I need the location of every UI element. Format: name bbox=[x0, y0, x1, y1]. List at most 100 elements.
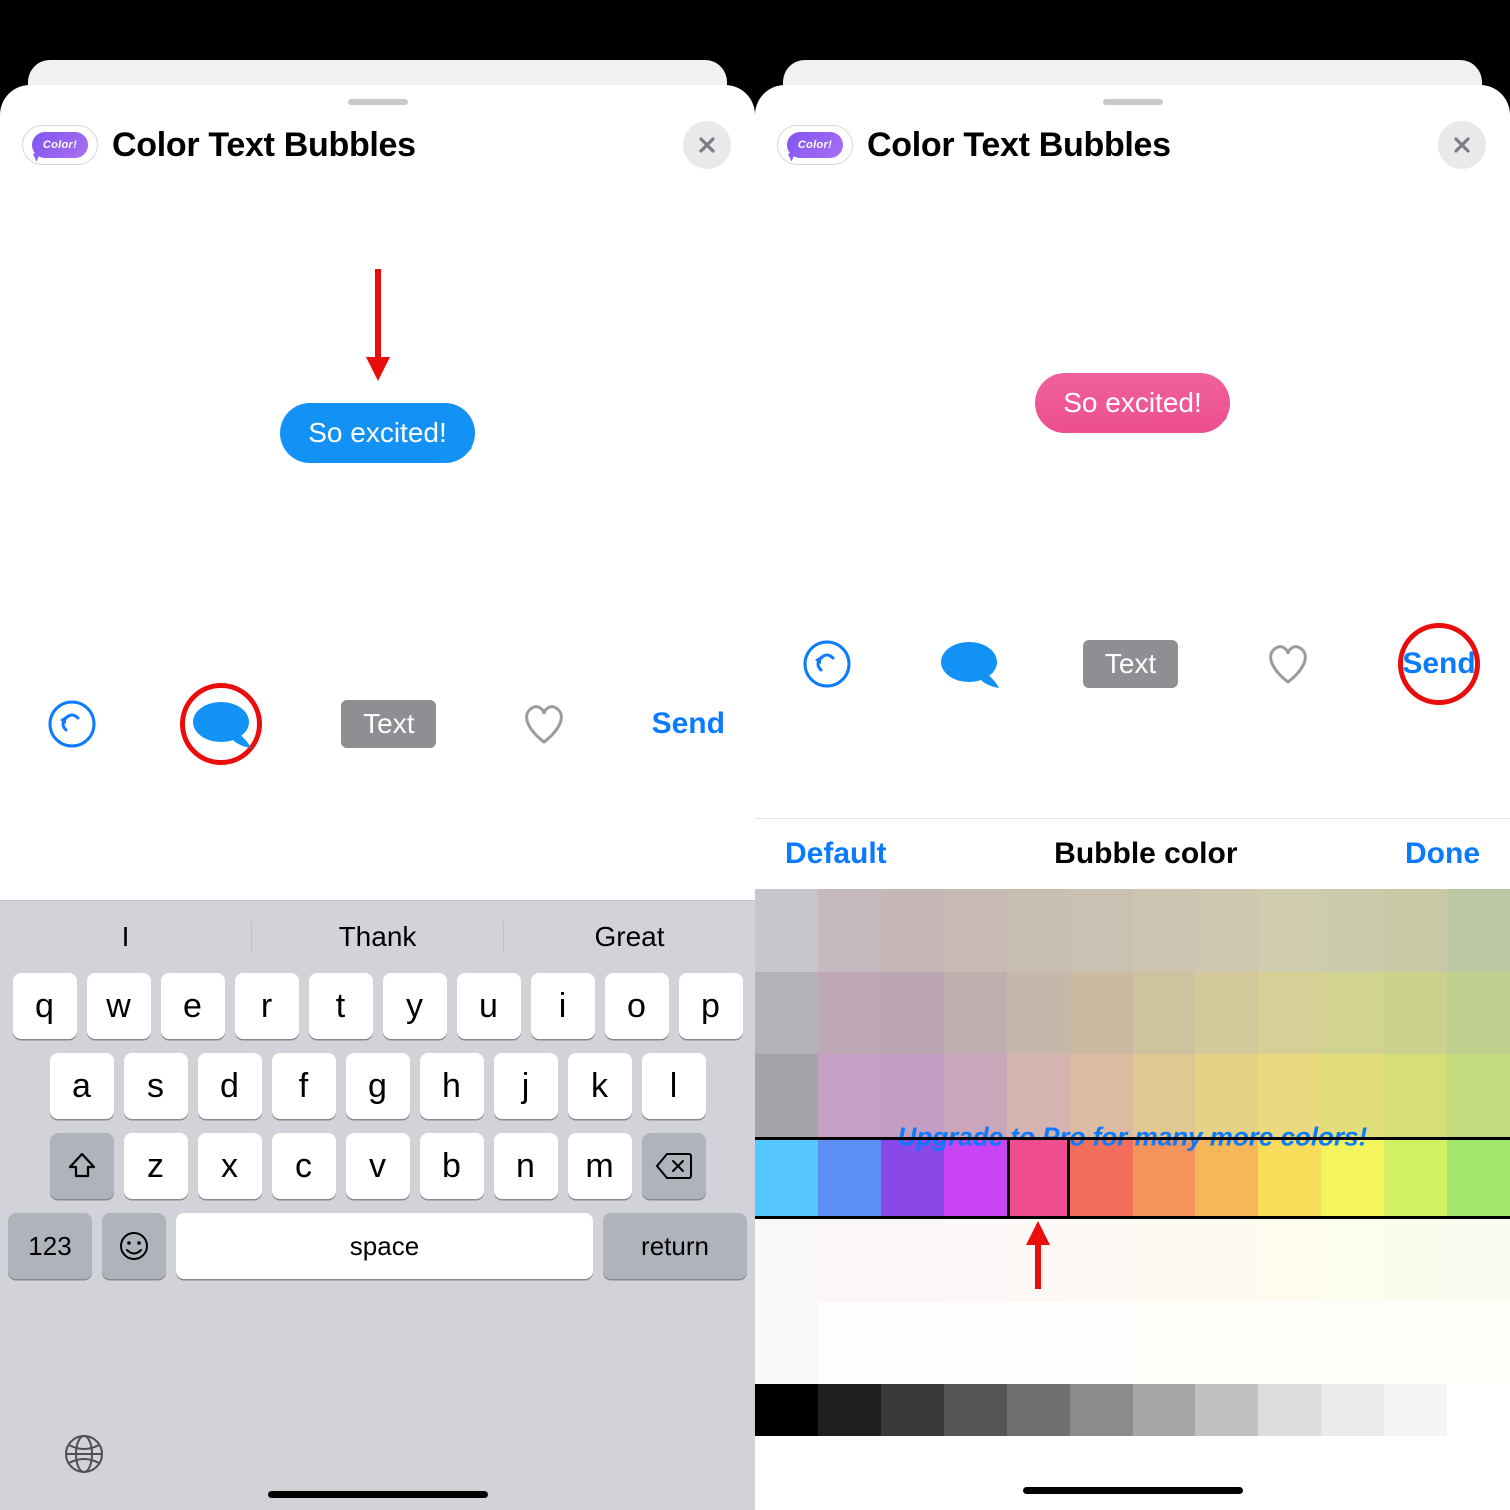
color-swatch[interactable] bbox=[881, 1054, 944, 1137]
color-swatch[interactable] bbox=[1258, 1219, 1321, 1302]
color-swatch[interactable] bbox=[818, 1137, 881, 1220]
backspace-key[interactable] bbox=[642, 1133, 706, 1199]
color-swatch[interactable] bbox=[1133, 1219, 1196, 1302]
color-swatch[interactable] bbox=[1384, 1384, 1447, 1436]
color-swatch[interactable] bbox=[1258, 1054, 1321, 1137]
key-p[interactable]: p bbox=[679, 973, 743, 1039]
key-r[interactable]: r bbox=[235, 973, 299, 1039]
color-swatch[interactable] bbox=[755, 1054, 818, 1137]
key-n[interactable]: n bbox=[494, 1133, 558, 1199]
key-q[interactable]: q bbox=[13, 973, 77, 1039]
color-swatch[interactable] bbox=[818, 1384, 881, 1436]
color-swatch[interactable] bbox=[881, 1302, 944, 1385]
color-swatch[interactable] bbox=[1258, 972, 1321, 1055]
color-swatch[interactable] bbox=[1384, 1219, 1447, 1302]
color-swatch[interactable] bbox=[1007, 1219, 1070, 1302]
emoji-key[interactable] bbox=[102, 1213, 166, 1279]
color-swatch[interactable] bbox=[1070, 1054, 1133, 1137]
color-swatch[interactable] bbox=[1447, 1302, 1510, 1385]
color-swatch[interactable] bbox=[1070, 1302, 1133, 1385]
space-key[interactable]: space bbox=[176, 1213, 593, 1279]
bubble-color-button[interactable] bbox=[937, 638, 1001, 690]
color-swatch[interactable] bbox=[1070, 889, 1133, 972]
key-i[interactable]: i bbox=[531, 973, 595, 1039]
color-swatch[interactable] bbox=[1195, 889, 1258, 972]
key-o[interactable]: o bbox=[605, 973, 669, 1039]
color-swatch[interactable] bbox=[1133, 972, 1196, 1055]
send-button[interactable]: Send bbox=[652, 707, 725, 741]
color-swatch[interactable] bbox=[1447, 1384, 1510, 1436]
color-swatch[interactable] bbox=[1384, 1137, 1447, 1220]
color-swatch[interactable] bbox=[1447, 1054, 1510, 1137]
color-swatch[interactable] bbox=[1321, 1384, 1384, 1436]
color-swatch[interactable] bbox=[881, 1137, 944, 1220]
color-swatch[interactable] bbox=[1007, 1137, 1070, 1220]
color-swatch[interactable] bbox=[1321, 972, 1384, 1055]
color-swatch[interactable] bbox=[755, 1302, 818, 1385]
undo-button[interactable] bbox=[799, 636, 855, 692]
key-u[interactable]: u bbox=[457, 973, 521, 1039]
numbers-key[interactable]: 123 bbox=[8, 1213, 92, 1279]
color-swatch[interactable] bbox=[818, 1219, 881, 1302]
key-x[interactable]: x bbox=[198, 1133, 262, 1199]
color-swatch[interactable] bbox=[818, 972, 881, 1055]
color-swatch[interactable] bbox=[1258, 1302, 1321, 1385]
globe-button[interactable] bbox=[56, 1426, 112, 1482]
key-l[interactable]: l bbox=[642, 1053, 706, 1119]
favorite-button[interactable] bbox=[1260, 636, 1316, 692]
color-swatch[interactable] bbox=[1447, 889, 1510, 972]
key-g[interactable]: g bbox=[346, 1053, 410, 1119]
key-h[interactable]: h bbox=[420, 1053, 484, 1119]
home-indicator[interactable] bbox=[268, 1491, 488, 1498]
close-button[interactable] bbox=[683, 121, 731, 169]
color-swatch[interactable] bbox=[1321, 889, 1384, 972]
done-button[interactable]: Done bbox=[1405, 837, 1480, 871]
key-z[interactable]: z bbox=[124, 1133, 188, 1199]
color-swatch[interactable] bbox=[881, 1219, 944, 1302]
suggestion[interactable]: Thank bbox=[252, 921, 504, 953]
color-swatch[interactable] bbox=[755, 1137, 818, 1220]
color-swatch[interactable] bbox=[1133, 889, 1196, 972]
color-swatch[interactable] bbox=[1070, 1219, 1133, 1302]
suggestion[interactable]: I bbox=[0, 921, 252, 953]
key-k[interactable]: k bbox=[568, 1053, 632, 1119]
color-swatch[interactable] bbox=[1007, 889, 1070, 972]
bubble-color-button[interactable] bbox=[189, 698, 253, 750]
color-swatch[interactable] bbox=[755, 889, 818, 972]
color-swatch[interactable] bbox=[755, 972, 818, 1055]
color-swatch[interactable] bbox=[1070, 1384, 1133, 1436]
color-swatch[interactable] bbox=[755, 1384, 818, 1436]
color-swatch[interactable] bbox=[944, 889, 1007, 972]
color-swatch[interactable] bbox=[1447, 1219, 1510, 1302]
key-j[interactable]: j bbox=[494, 1053, 558, 1119]
color-swatch[interactable] bbox=[944, 1054, 1007, 1137]
color-swatch[interactable] bbox=[1133, 1384, 1196, 1436]
key-s[interactable]: s bbox=[124, 1053, 188, 1119]
default-button[interactable]: Default bbox=[785, 837, 887, 871]
shift-key[interactable] bbox=[50, 1133, 114, 1199]
color-swatch[interactable] bbox=[1384, 1054, 1447, 1137]
key-t[interactable]: t bbox=[309, 973, 373, 1039]
color-swatch[interactable] bbox=[944, 1302, 1007, 1385]
sheet-grabber[interactable] bbox=[348, 99, 408, 105]
favorite-button[interactable] bbox=[516, 696, 572, 752]
key-m[interactable]: m bbox=[568, 1133, 632, 1199]
suggestion[interactable]: Great bbox=[504, 921, 755, 953]
key-a[interactable]: a bbox=[50, 1053, 114, 1119]
color-swatch[interactable] bbox=[1195, 1302, 1258, 1385]
message-bubble[interactable]: So excited! bbox=[1035, 373, 1230, 433]
color-swatch[interactable] bbox=[1384, 972, 1447, 1055]
color-swatch[interactable] bbox=[944, 1137, 1007, 1220]
color-swatch[interactable] bbox=[944, 1384, 1007, 1436]
color-swatch[interactable] bbox=[1070, 972, 1133, 1055]
color-swatch[interactable] bbox=[1321, 1219, 1384, 1302]
color-swatch[interactable] bbox=[1007, 1054, 1070, 1137]
message-bubble[interactable]: So excited! bbox=[280, 403, 475, 463]
color-swatch[interactable] bbox=[755, 1219, 818, 1302]
color-swatch[interactable] bbox=[1447, 972, 1510, 1055]
color-swatch[interactable] bbox=[1321, 1302, 1384, 1385]
color-swatch[interactable] bbox=[1258, 889, 1321, 972]
home-indicator[interactable] bbox=[1023, 1487, 1243, 1494]
color-swatch[interactable] bbox=[1321, 1137, 1384, 1220]
color-swatch[interactable] bbox=[818, 1054, 881, 1137]
